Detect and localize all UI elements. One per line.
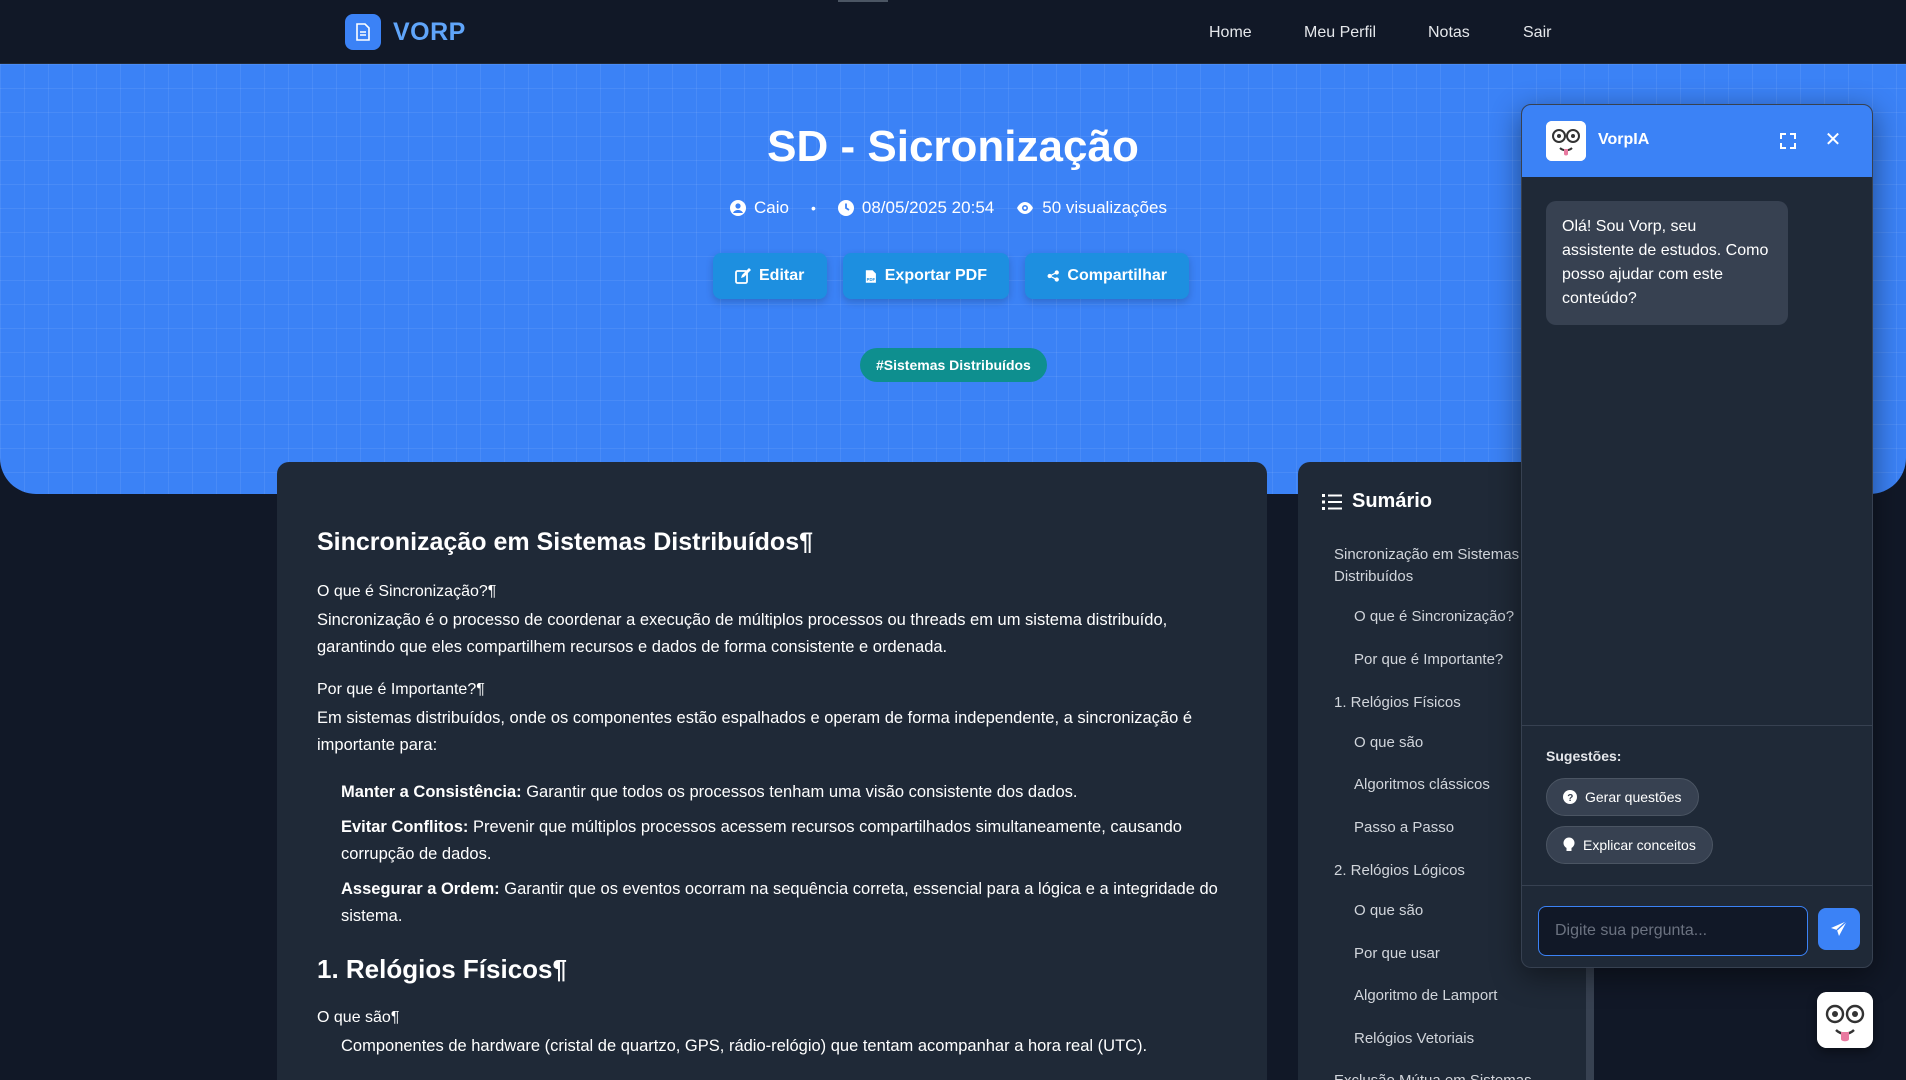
toc-item[interactable]: Exclusão Mútua em Sistemas <box>1334 1070 1532 1080</box>
suggestions-area: Sugestões: ? Gerar questões Explicar con… <box>1522 725 1872 885</box>
svg-text:PDF: PDF <box>867 277 876 282</box>
share-button[interactable]: Compartilhar <box>1025 253 1189 299</box>
suggestion-explain-concepts[interactable]: Explicar conceitos <box>1546 826 1713 864</box>
section-title: Por que é Importante?¶ <box>317 681 485 698</box>
chat-input-area <box>1522 885 1872 967</box>
toc-item[interactable]: O que são <box>1354 900 1423 922</box>
tag-badge[interactable]: #Sistemas Distribuídos <box>860 348 1047 382</box>
send-icon <box>1831 920 1848 936</box>
suggestion-generate-questions[interactable]: ? Gerar questões <box>1546 778 1699 816</box>
user-icon <box>730 200 746 216</box>
suggestion-label: Explicar conceitos <box>1583 837 1696 853</box>
content-heading: Sincronização em Sistemas Distribuídos¶ <box>317 528 813 556</box>
page-title: SD - Sicronização <box>767 122 1139 171</box>
edit-icon <box>735 268 751 284</box>
note-content: Sincronização em Sistemas Distribuídos¶ … <box>277 462 1267 1080</box>
export-pdf-label: Exportar PDF <box>884 267 987 284</box>
toc-item[interactable]: Relógios Vetoriais <box>1354 1028 1474 1050</box>
section-title: O que é Sincronização?¶ <box>317 583 497 600</box>
suggestions-label: Sugestões: <box>1546 748 1622 764</box>
list-item: Manter a Consistência: Garantir que todo… <box>341 783 1078 801</box>
section-text: Sincronização é o processo de coordenar … <box>317 611 1168 656</box>
section-title: O que são¶ <box>317 1009 400 1026</box>
nav-link-home[interactable]: Home <box>1209 24 1252 42</box>
toc-item[interactable]: Passo a Passo <box>1354 817 1454 839</box>
question-input[interactable] <box>1538 906 1808 956</box>
assistant-avatar <box>1546 121 1586 161</box>
toc-item[interactable]: Por que é Importante? <box>1354 649 1503 671</box>
views-meta: 50 visualizações <box>1016 198 1167 218</box>
assistant-name: VorpIA <box>1598 131 1650 148</box>
toc-item[interactable]: Por que usar <box>1354 943 1440 965</box>
scroll-indicator <box>838 0 888 2</box>
note-date: 08/05/2025 20:54 <box>861 198 995 217</box>
toc-item[interactable]: 2. Relógios Lógicos <box>1334 860 1465 882</box>
pdf-file-icon: PDF <box>865 269 876 283</box>
mascot-icon <box>1817 992 1873 1048</box>
assistant-chat-panel: VorpIA ✕ Olá! Sou Vorp, seu assistente d… <box>1521 104 1873 968</box>
export-pdf-button[interactable]: PDF Exportar PDF <box>843 253 1009 299</box>
section-text: Componentes de hardware (cristal de quar… <box>341 1037 1148 1055</box>
share-label: Compartilhar <box>1067 267 1167 284</box>
importance-list: Manter a Consistência: Garantir que todo… <box>317 779 1227 930</box>
content-heading: 1. Relógios Físicos¶ <box>317 954 567 984</box>
toc-item[interactable]: O que são <box>1354 732 1423 754</box>
top-navbar: VORP Home Meu Perfil Notas Sair <box>0 0 1906 64</box>
author-meta: Caio <box>730 198 789 218</box>
toc-header: Sumário <box>1322 490 1432 513</box>
author-name: Caio <box>754 198 789 217</box>
list-item: Evitar Conflitos: Prevenir que múltiplos… <box>341 818 1182 863</box>
document-icon <box>345 14 381 50</box>
share-icon <box>1047 270 1059 282</box>
toc-item[interactable]: O que é Sincronização? <box>1354 606 1514 628</box>
lightbulb-icon <box>1563 837 1575 851</box>
close-icon[interactable]: ✕ <box>1822 129 1844 151</box>
chat-header: VorpIA ✕ <box>1522 105 1872 177</box>
toc-item[interactable]: 1. Relógios Físicos <box>1334 692 1461 714</box>
expand-icon[interactable] <box>1778 131 1798 151</box>
eye-icon <box>1017 202 1034 214</box>
assistant-launcher-button[interactable] <box>1817 992 1873 1048</box>
brand-logo[interactable]: VORP <box>345 14 466 50</box>
nav-link-logout[interactable]: Sair <box>1523 24 1551 42</box>
note-actions: Editar PDF Exportar PDF Compartilhar <box>713 253 1189 299</box>
edit-label: Editar <box>759 267 805 284</box>
note-meta: Caio • 08/05/2025 20:54 50 visualizações <box>730 198 1167 218</box>
list-item: Assegurar a Ordem: Garantir que os event… <box>341 880 1218 925</box>
nav-link-notes[interactable]: Notas <box>1428 24 1470 42</box>
section-text: Em sistemas distribuídos, onde os compon… <box>317 709 1193 754</box>
question-icon: ? <box>1563 790 1577 804</box>
toc-title: Sumário <box>1352 490 1433 512</box>
meta-separator: • <box>810 200 816 216</box>
nav-link-profile[interactable]: Meu Perfil <box>1304 24 1376 42</box>
suggestion-label: Gerar questões <box>1585 789 1682 805</box>
clock-icon <box>837 200 854 216</box>
date-meta: 08/05/2025 20:54 <box>837 198 995 218</box>
toc-item[interactable]: Algoritmo de Lamport <box>1354 985 1497 1007</box>
send-button[interactable] <box>1818 908 1860 950</box>
brand-name: VORP <box>393 17 466 46</box>
svg-text:?: ? <box>1567 793 1573 804</box>
assistant-message: Olá! Sou Vorp, seu assistente de estudos… <box>1546 201 1788 325</box>
list-icon <box>1322 493 1342 510</box>
edit-button[interactable]: Editar <box>713 253 827 299</box>
view-count: 50 visualizações <box>1042 198 1167 217</box>
toc-item[interactable]: Algoritmos clássicos <box>1354 774 1490 796</box>
